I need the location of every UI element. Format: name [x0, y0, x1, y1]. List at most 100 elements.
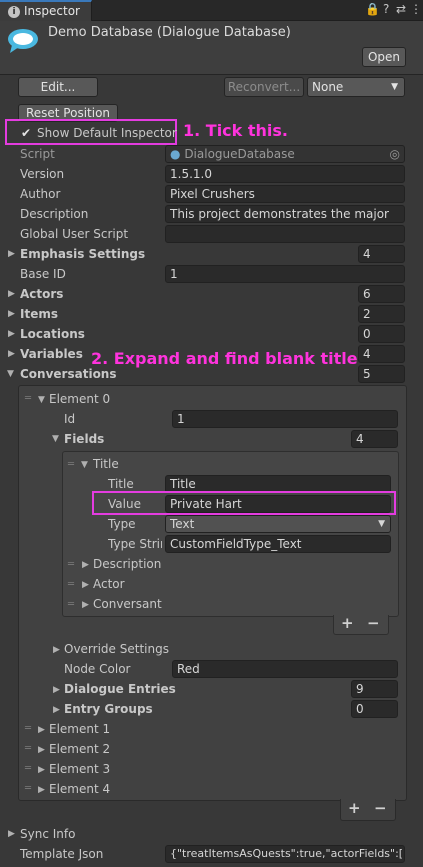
actors-label[interactable]: Actors — [20, 287, 63, 301]
expand-arrow-icon[interactable]: ▶ — [53, 685, 60, 695]
dialogue-entries-count[interactable]: 9 — [351, 680, 398, 698]
tab-inspector[interactable]: i Inspector — [0, 0, 92, 21]
expand-arrow-icon[interactable]: ▶ — [38, 725, 45, 735]
script-field: ● DialogueDatabase ◎ — [165, 145, 405, 163]
collapse-arrow-icon[interactable]: ▼ — [7, 369, 14, 379]
lock-icon[interactable]: 🔒 — [365, 2, 380, 16]
expand-arrow-icon[interactable]: ▶ — [8, 289, 15, 299]
drag-handle-icon[interactable]: ═ — [68, 459, 74, 470]
version-label: Version — [20, 167, 65, 181]
drag-handle-icon[interactable]: ═ — [25, 743, 31, 754]
drag-handle-icon[interactable]: ═ — [25, 393, 31, 404]
drag-handle-icon[interactable]: ═ — [68, 579, 74, 590]
collapse-arrow-icon[interactable]: ▼ — [52, 434, 59, 444]
actor-item-label[interactable]: Actor — [93, 577, 125, 591]
description-field[interactable]: This project demonstrates the major — [165, 205, 405, 223]
items-count[interactable]: 2 — [358, 305, 405, 323]
base-id-label: Base ID — [20, 267, 66, 281]
expand-arrow-icon[interactable]: ▶ — [82, 600, 89, 610]
locations-label[interactable]: Locations — [20, 327, 85, 341]
dialogue-entries-label[interactable]: Dialogue Entries — [64, 682, 176, 696]
element-3-label[interactable]: Element 3 — [49, 762, 110, 776]
expand-arrow-icon[interactable]: ▶ — [8, 309, 15, 319]
expand-arrow-icon[interactable]: ▶ — [8, 349, 15, 359]
annotation-step2: 2. Expand and find blank title — [91, 349, 358, 368]
title-group-label[interactable]: Title — [93, 457, 119, 471]
expand-arrow-icon[interactable]: ▶ — [38, 785, 45, 795]
element-2-label[interactable]: Element 2 — [49, 742, 110, 756]
none-dropdown[interactable]: None ▼ — [307, 77, 405, 97]
drag-handle-icon[interactable]: ═ — [25, 723, 31, 734]
entry-groups-count[interactable]: 0 — [351, 700, 398, 718]
add-conversation-button[interactable]: + — [348, 799, 361, 817]
help-icon[interactable]: ? — [383, 2, 389, 16]
expand-arrow-icon[interactable]: ▶ — [8, 829, 15, 839]
expand-arrow-icon[interactable]: ▶ — [53, 705, 60, 715]
page-title: Demo Database (Dialogue Database) — [48, 25, 291, 40]
value-field[interactable]: Private Hart — [165, 495, 391, 513]
edit-button[interactable]: Edit... — [18, 77, 98, 97]
drag-handle-icon[interactable]: ═ — [25, 783, 31, 794]
expand-arrow-icon[interactable]: ▶ — [82, 580, 89, 590]
version-field[interactable]: 1.5.1.0 — [165, 165, 405, 183]
remove-conversation-button[interactable]: − — [374, 799, 387, 817]
variables-label[interactable]: Variables — [20, 347, 83, 361]
author-field[interactable]: Pixel Crushers — [165, 185, 405, 203]
tab-bar: i Inspector 🔒 ? ⇄ ⋮ — [0, 0, 423, 21]
open-button[interactable]: Open — [362, 47, 406, 67]
entry-groups-label[interactable]: Entry Groups — [64, 702, 153, 716]
target-icon[interactable]: ◎ — [390, 146, 400, 162]
variables-count[interactable]: 4 — [358, 345, 405, 363]
description-item-label[interactable]: Description — [93, 557, 161, 571]
reconvert-button[interactable]: Reconvert... — [224, 77, 304, 97]
expand-arrow-icon[interactable]: ▶ — [8, 249, 15, 259]
element-1-label[interactable]: Element 1 — [49, 722, 110, 736]
fields-count[interactable]: 4 — [351, 430, 398, 448]
chevron-down-icon: ▼ — [378, 519, 385, 529]
drag-handle-icon[interactable]: ═ — [68, 599, 74, 610]
script-file-icon: ● — [170, 147, 181, 161]
id-label: Id — [64, 412, 76, 426]
emphasis-count[interactable]: 4 — [358, 245, 405, 263]
none-dropdown-label: None — [312, 80, 344, 94]
global-user-script-field[interactable] — [165, 225, 405, 243]
drag-handle-icon[interactable]: ═ — [68, 559, 74, 570]
drag-handle-icon[interactable]: ═ — [25, 763, 31, 774]
element-4-label[interactable]: Element 4 — [49, 782, 110, 796]
conversations-label[interactable]: Conversations — [20, 367, 117, 381]
items-label[interactable]: Items — [20, 307, 58, 321]
type-dropdown[interactable]: Text ▼ — [165, 515, 391, 533]
base-id-field[interactable]: 1 — [165, 265, 405, 283]
expand-arrow-icon[interactable]: ▶ — [8, 329, 15, 339]
collapse-arrow-icon[interactable]: ▼ — [38, 395, 45, 405]
template-json-field[interactable]: {"treatItemsAsQuests":true,"actorFields"… — [165, 845, 405, 863]
conversant-item-label[interactable]: Conversant — [93, 597, 162, 611]
script-label: Script — [20, 147, 55, 161]
type-dropdown-label: Text — [170, 517, 195, 531]
conversations-count[interactable]: 5 — [358, 365, 405, 383]
expand-arrow-icon[interactable]: ▶ — [82, 560, 89, 570]
collapse-arrow-icon[interactable]: ▼ — [81, 460, 88, 470]
actors-count[interactable]: 6 — [358, 285, 405, 303]
show-default-checkbox[interactable]: ✔ — [19, 126, 33, 140]
emphasis-settings-label[interactable]: Emphasis Settings — [20, 247, 145, 261]
expand-arrow-icon[interactable]: ▶ — [38, 765, 45, 775]
fields-label[interactable]: Fields — [64, 432, 104, 446]
expand-arrow-icon[interactable]: ▶ — [38, 745, 45, 755]
settings-icon[interactable]: ⇄ — [396, 2, 406, 16]
expand-arrow-icon[interactable]: ▶ — [53, 645, 60, 655]
sync-info-label[interactable]: Sync Info — [20, 827, 75, 841]
override-settings-label[interactable]: Override Settings — [64, 642, 169, 656]
add-field-button[interactable]: + — [341, 614, 354, 632]
dialogue-database-icon — [8, 29, 38, 53]
node-color-field[interactable]: Red — [172, 660, 398, 678]
type-field-label: Type — [108, 517, 136, 531]
show-default-label: Show Default Inspector — [37, 126, 177, 140]
id-field[interactable]: 1 — [172, 410, 398, 428]
more-icon[interactable]: ⋮ — [410, 2, 422, 16]
locations-count[interactable]: 0 — [358, 325, 405, 343]
type-string-field[interactable]: CustomFieldType_Text — [165, 535, 391, 553]
author-label: Author — [20, 187, 61, 201]
remove-field-button[interactable]: − — [367, 614, 380, 632]
element-0-label[interactable]: Element 0 — [49, 392, 110, 406]
